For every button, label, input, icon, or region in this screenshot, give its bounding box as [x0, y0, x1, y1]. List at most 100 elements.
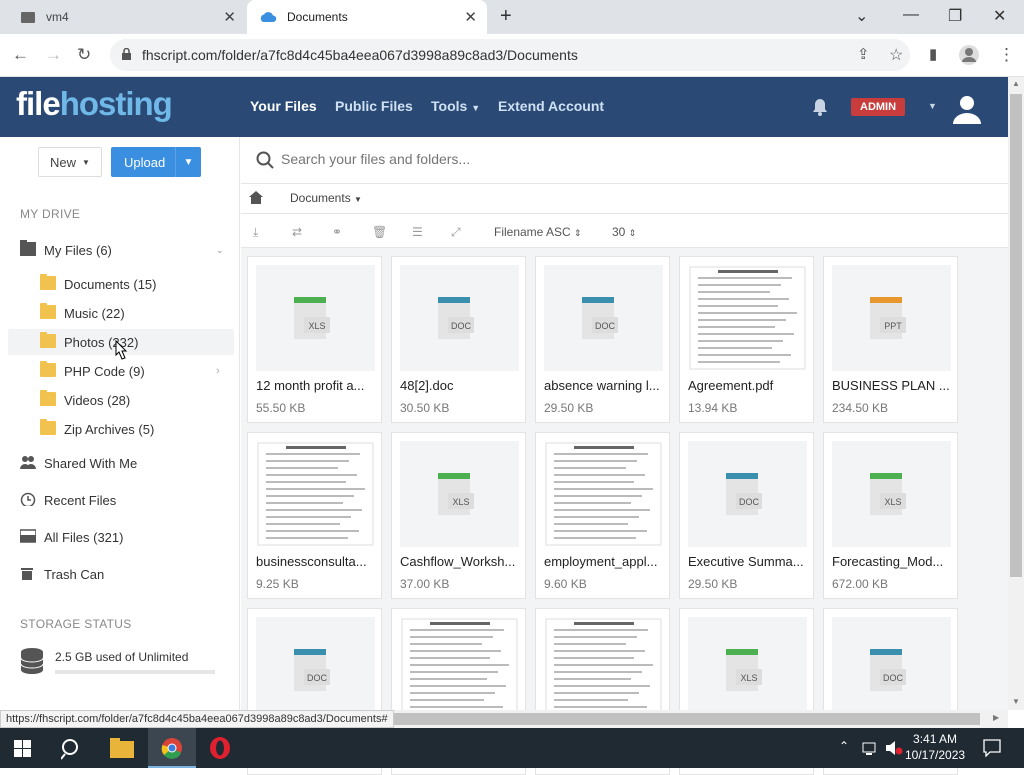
pdf-preview-icon	[401, 618, 518, 722]
nav-extend-account[interactable]: Extend Account	[498, 98, 604, 114]
trash-icon[interactable]: 🗑	[372, 225, 387, 239]
breadcrumb-documents[interactable]: Documents ▼	[290, 191, 362, 205]
windows-start-icon[interactable]	[14, 740, 31, 757]
sidebar-item-label: Videos (28)	[64, 392, 131, 408]
sidebar-folder-videos[interactable]: Videos (28)	[8, 387, 234, 413]
user-avatar-icon[interactable]	[951, 92, 983, 124]
scroll-up-icon[interactable]: ▲	[1012, 79, 1020, 88]
bookmark-star-icon[interactable]: ☆	[889, 45, 903, 65]
file-size: 37.00 KB	[400, 577, 450, 591]
cloud-tab-icon	[260, 12, 277, 22]
scrollbar-thumb[interactable]	[1010, 94, 1022, 577]
folder-tab-icon	[21, 12, 35, 23]
link-icon[interactable]: ⚭	[332, 225, 342, 239]
sidebar-folder-zip-archives[interactable]: Zip Archives (5)	[8, 416, 234, 442]
browser-menu-icon[interactable]: ⋮	[998, 45, 1015, 65]
profile-icon[interactable]	[958, 44, 980, 66]
notification-bell-icon[interactable]	[810, 96, 830, 118]
system-clock[interactable]: 3:41 AM 10/17/2023	[905, 731, 965, 763]
chrome-taskbar-button[interactable]	[148, 728, 196, 768]
sidebar-item-label: Music (22)	[64, 305, 125, 321]
chevron-right-icon[interactable]: ›	[216, 365, 220, 377]
file-card[interactable]: employment_appl... 9.60 KB	[535, 432, 670, 599]
network-icon[interactable]	[862, 741, 878, 755]
file-thumbnail	[688, 265, 807, 371]
sidebar-item-shared[interactable]: Shared With Me	[8, 450, 234, 476]
per-page-select[interactable]: 30 ⇕	[612, 225, 636, 239]
file-card[interactable]: DOC absence warning l... 29.50 KB	[535, 256, 670, 423]
search-input[interactable]	[281, 151, 781, 167]
file-card[interactable]: businessconsulta... 9.25 KB	[247, 432, 382, 599]
download-icon[interactable]: ⤓	[253, 225, 258, 240]
file-card[interactable]: PPT BUSINESS PLAN ... 234.50 KB	[823, 256, 958, 423]
close-tab-icon[interactable]: ✕	[464, 8, 477, 26]
sidebar-item-my-files[interactable]: My Files (6) ⌄	[8, 237, 234, 263]
svg-text:DOC: DOC	[307, 673, 328, 683]
doc-file-icon: DOC	[726, 473, 762, 515]
forward-icon[interactable]: →	[45, 45, 62, 65]
tab-search-icon[interactable]: ⌄	[855, 6, 868, 26]
list-view-icon[interactable]: ☰	[412, 225, 423, 239]
address-bar-row: ← → ↻ fhscript.com/folder/a7fc8d4c45ba4e…	[0, 34, 1024, 77]
admin-badge[interactable]: ADMIN	[851, 98, 906, 116]
file-size: 29.50 KB	[688, 577, 738, 591]
notifications-icon[interactable]	[983, 739, 1001, 757]
close-window-icon[interactable]: ✕	[993, 6, 1006, 26]
nav-your-files[interactable]: Your Files	[250, 98, 317, 114]
home-icon[interactable]	[249, 191, 263, 204]
scroll-right-icon[interactable]: ▶	[993, 713, 999, 722]
file-thumbnail: DOC	[544, 265, 663, 371]
file-card[interactable]: XLS Cashflow_Worksh... 37.00 KB	[391, 432, 526, 599]
browser-tab-documents[interactable]: Documents ✕	[247, 0, 487, 34]
scroll-down-icon[interactable]: ▼	[1012, 697, 1020, 706]
sidebar-folder-music[interactable]: Music (22)	[8, 300, 234, 326]
reload-icon[interactable]: ↻	[77, 45, 91, 65]
pdf-preview-icon	[545, 442, 662, 546]
close-tab-icon[interactable]: ✕	[223, 8, 236, 26]
chevron-up-icon[interactable]: ⌃	[839, 739, 849, 753]
breadcrumb: Documents ▼	[241, 184, 1008, 214]
file-card[interactable]: DOC 48[2].doc 30.50 KB	[391, 256, 526, 423]
sidebar-item-trash[interactable]: Trash Can	[8, 561, 234, 587]
file-card[interactable]: XLS 12 month profit a... 55.50 KB	[247, 256, 382, 423]
search-icon[interactable]	[61, 738, 83, 760]
side-panel-icon[interactable]: ▮	[929, 45, 937, 63]
vertical-scrollbar[interactable]: ▲ ▼	[1008, 77, 1024, 710]
sort-label: Filename ASC	[494, 225, 571, 239]
share-icon[interactable]: ⇪	[857, 45, 870, 63]
omnibox[interactable]: fhscript.com/folder/a7fc8d4c45ba4eea067d…	[110, 39, 910, 71]
logo-part-file: file	[16, 85, 61, 122]
restore-icon[interactable]: ❐	[948, 6, 962, 26]
sidebar-item-all-files[interactable]: All Files (321)	[8, 524, 234, 550]
back-icon[interactable]: ←	[12, 45, 29, 65]
windows-taskbar: ⌃ 3:41 AM 10/17/2023	[0, 728, 1024, 768]
sort-select[interactable]: Filename ASC ⇕	[494, 225, 582, 239]
folder-icon	[40, 274, 56, 290]
doc-file-icon: DOC	[582, 297, 618, 339]
minimize-icon[interactable]: —	[903, 6, 919, 24]
share-icon[interactable]: ⇄	[292, 225, 302, 239]
file-card[interactable]: DOC Executive Summa... 29.50 KB	[679, 432, 814, 599]
new-button[interactable]: New ▼	[38, 147, 102, 177]
browser-tab-vm4[interactable]: vm4 ✕	[8, 0, 246, 34]
new-tab-icon[interactable]: +	[500, 5, 512, 28]
chevron-down-icon[interactable]: ⌄	[216, 245, 224, 256]
file-card[interactable]: Agreement.pdf 13.94 KB	[679, 256, 814, 423]
opera-icon[interactable]	[209, 737, 231, 759]
file-name: Executive Summa...	[688, 554, 804, 569]
sidebar-folder-documents[interactable]: Documents (15)	[8, 271, 234, 297]
sidebar-item-label: My Files (6)	[44, 242, 112, 258]
user-menu-chevron-icon[interactable]: ▼	[928, 101, 937, 111]
file-card[interactable]: XLS Forecasting_Mod... 672.00 KB	[823, 432, 958, 599]
file-explorer-icon[interactable]	[110, 738, 134, 758]
volume-muted-icon[interactable]	[885, 740, 903, 756]
upload-dropdown-icon[interactable]: ▼	[175, 147, 201, 177]
sidebar-item-recent[interactable]: Recent Files	[8, 487, 234, 513]
filehosting-logo[interactable]: filehosting	[16, 85, 173, 123]
nav-tools[interactable]: Tools ▼	[431, 98, 480, 114]
nav-public-files[interactable]: Public Files	[335, 98, 413, 114]
mouse-cursor-icon	[115, 340, 128, 360]
upload-button[interactable]: Upload ▼	[111, 147, 201, 177]
fullscreen-icon[interactable]: ⤢	[451, 225, 461, 240]
file-thumbnail	[544, 617, 663, 723]
